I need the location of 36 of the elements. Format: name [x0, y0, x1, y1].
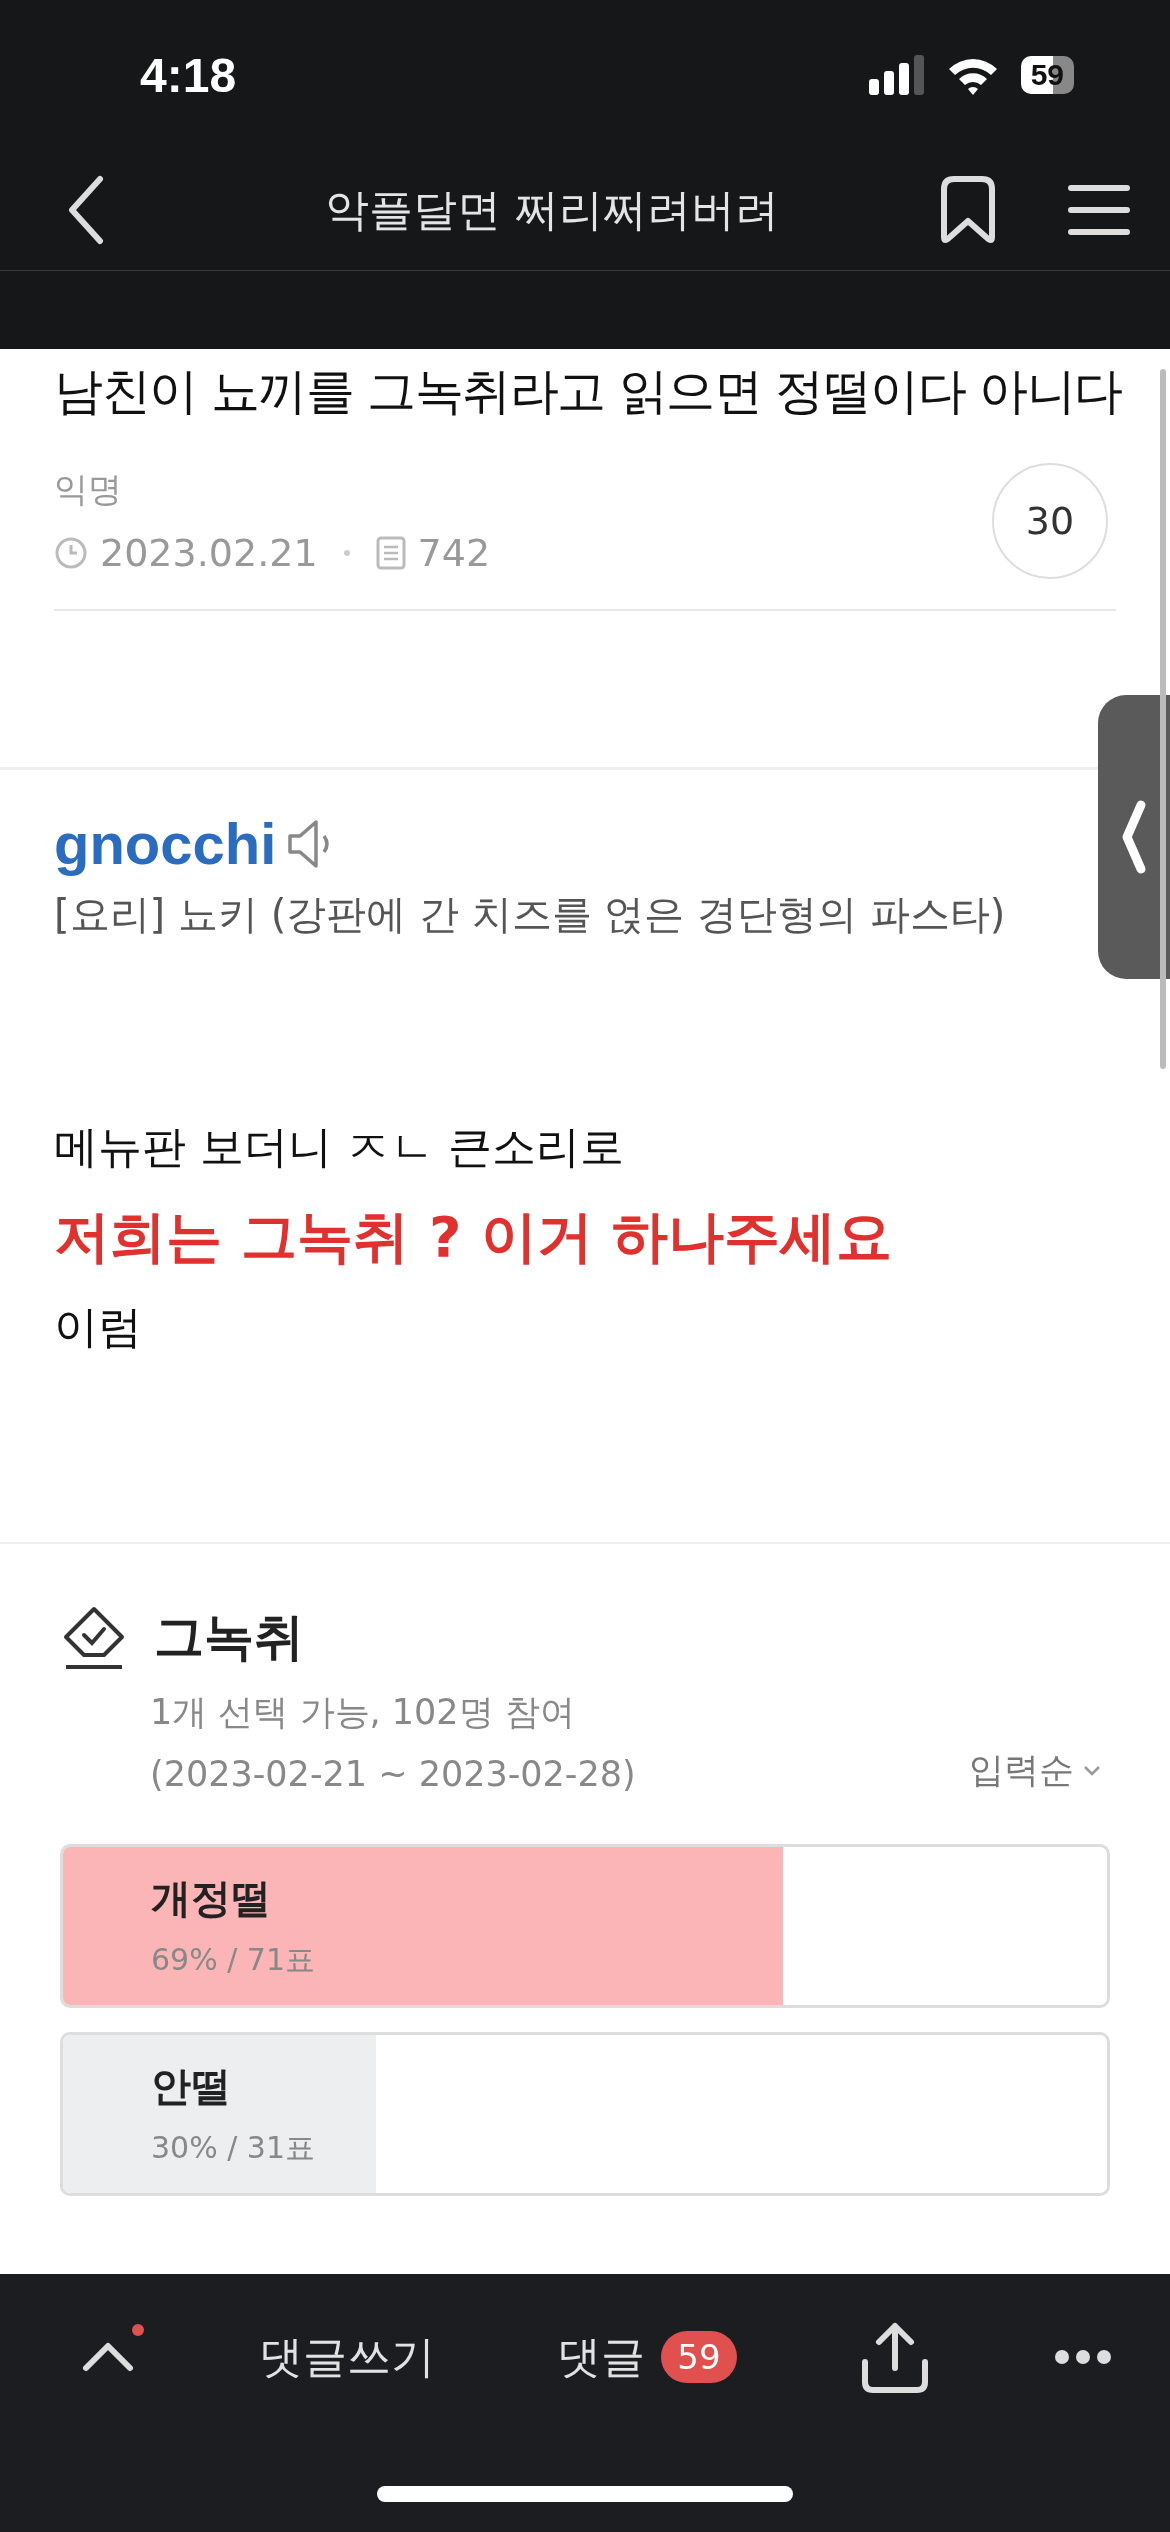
- view-count: 742: [417, 531, 491, 575]
- option-result: 69% / 71표: [151, 1941, 317, 1979]
- status-time: 4:18: [140, 47, 237, 103]
- body-text: 메뉴판 보더니 ㅈㄴ 큰소리로: [54, 1120, 625, 1174]
- signal-icon: [868, 55, 925, 95]
- body-text: 저희는 그녹취 ? 이거 하나주세요: [54, 1203, 894, 1271]
- dictionary-definition: [요리] 뇨키 (강판에 간 치즈를 얹은 경단형의 파스타): [54, 890, 1007, 939]
- side-handle[interactable]: [1098, 695, 1170, 979]
- more-button[interactable]: [1053, 2349, 1112, 2365]
- post-title: 남친이 뇨끼를 그녹취라고 읽으면 정떨이다 아니다: [54, 362, 1123, 422]
- board-title: 악플달면 쩌리쩌려버려: [324, 182, 780, 237]
- option-result: 30% / 31표: [151, 2129, 317, 2167]
- menu-button[interactable]: [1068, 183, 1130, 237]
- scrollbar[interactable]: [1160, 369, 1166, 1069]
- document-icon: [375, 536, 406, 570]
- poll-title: 그녹취: [154, 1607, 304, 1668]
- poll-info: 1개 선택 가능, 102명 참여: [150, 1691, 576, 1734]
- post-date: 2023.02.21: [100, 531, 318, 575]
- bookmark-button[interactable]: [938, 175, 998, 245]
- sort-dropdown[interactable]: 입력순: [969, 1747, 1110, 1794]
- author-name: 익명: [54, 468, 123, 511]
- body-text: 이럼: [54, 1300, 143, 1354]
- option-label: 안떨: [151, 2062, 232, 2111]
- chevron-down-icon: [1082, 1763, 1102, 1778]
- clock-icon: [54, 536, 88, 570]
- write-comment-button[interactable]: 댓글쓰기: [258, 2327, 435, 2387]
- comment-count-badge: 59: [661, 2331, 737, 2383]
- option-label: 개정떨: [151, 1874, 272, 1923]
- back-button[interactable]: [66, 175, 106, 245]
- poll-period: (2023-02-21 ~ 2023-02-28): [150, 1754, 636, 1794]
- poll-option[interactable]: 안떨 30% / 31표: [60, 2032, 1110, 2196]
- poll-option[interactable]: 개정떨 69% / 71표: [60, 1844, 1110, 2008]
- comments-button[interactable]: 댓글: [557, 2327, 646, 2387]
- dictionary-word: gnocchi: [54, 810, 277, 877]
- battery-indicator: 59: [1020, 56, 1074, 94]
- count-circle[interactable]: 30: [992, 463, 1108, 579]
